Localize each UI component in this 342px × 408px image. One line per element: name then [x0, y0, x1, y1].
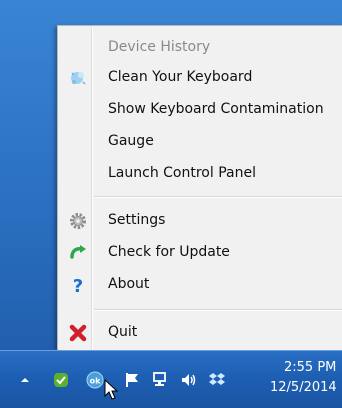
menu-item-device-history: Device History	[58, 33, 342, 63]
menu-item-show-contamination[interactable]: Show Keyboard Contamination	[58, 95, 342, 125]
volume-icon[interactable]	[180, 371, 198, 389]
taskbar-clock[interactable]: 2:55 PM 12/5/2014	[270, 358, 337, 398]
question-mark-icon: ?	[68, 275, 88, 297]
mouse-cursor-icon	[104, 378, 122, 400]
clock-date: 12/5/2014	[270, 380, 337, 395]
menu-item-settings[interactable]: Settings	[58, 206, 342, 236]
svg-text:?: ?	[73, 276, 83, 295]
menu-item-label: About	[108, 276, 150, 292]
gear-icon	[68, 211, 88, 231]
menu-separator	[94, 196, 342, 197]
clock-time: 2:55 PM	[284, 360, 337, 375]
network-icon[interactable]	[152, 371, 170, 389]
action-center-flag-icon[interactable]	[124, 371, 142, 389]
menu-item-clean-keyboard[interactable]: Clean Your Keyboard	[58, 63, 342, 93]
menu-item-gauge[interactable]: Gauge	[58, 127, 342, 157]
dropbox-icon[interactable]	[208, 371, 226, 389]
cleaning-sparkle-icon	[68, 68, 88, 88]
menu-item-launch-control-panel[interactable]: Launch Control Panel	[58, 159, 342, 189]
taskbar: ok 2:55 PM 12/5/2014	[0, 350, 342, 408]
menu-item-label: Gauge	[108, 133, 154, 149]
menu-item-label: Clean Your Keyboard	[108, 69, 253, 85]
shield-app-icon[interactable]	[52, 371, 70, 389]
menu-item-label: Launch Control Panel	[108, 165, 256, 181]
svg-text:ok: ok	[90, 377, 101, 386]
menu-item-about[interactable]: ? About	[58, 270, 342, 300]
menu-item-label: Device History	[108, 39, 211, 55]
refresh-arrow-icon	[68, 243, 88, 263]
menu-item-label: Show Keyboard Contamination	[108, 101, 324, 117]
menu-item-check-update[interactable]: Check for Update	[58, 238, 342, 268]
menu-item-label: Quit	[108, 324, 138, 340]
chevron-up-icon[interactable]	[16, 371, 34, 389]
ok-app-icon[interactable]: ok	[86, 371, 104, 389]
red-x-icon	[68, 323, 88, 343]
tray-context-menu: Device History Clean Your Keyboard Show …	[57, 25, 342, 351]
menu-separator	[94, 309, 342, 310]
menu-item-label: Check for Update	[108, 244, 230, 260]
menu-item-label: Settings	[108, 212, 166, 228]
menu-item-quit[interactable]: Quit	[58, 318, 342, 348]
